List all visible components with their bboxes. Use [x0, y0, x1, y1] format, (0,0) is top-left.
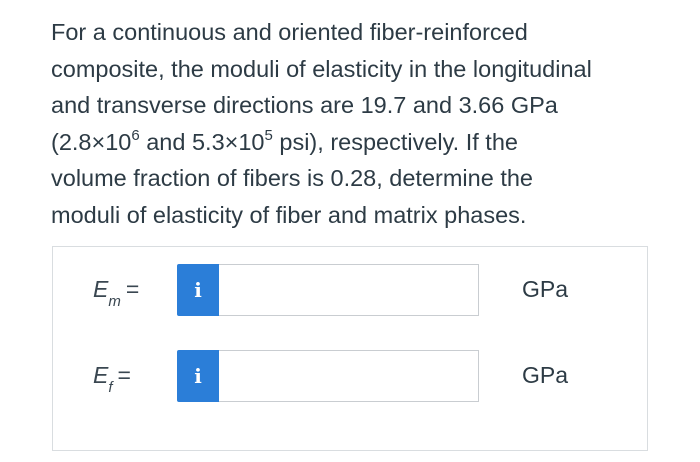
equals-sign: =: [117, 362, 131, 388]
info-icon[interactable]: i: [177, 264, 219, 316]
info-icon[interactable]: i: [177, 350, 219, 402]
variable-label-ef: Ef =: [93, 362, 131, 395]
answer-row-em: Em = i GPa: [53, 264, 647, 316]
problem-line: moduli of elasticity of fiber and matrix…: [51, 201, 527, 228]
equals-sign: =: [125, 276, 140, 302]
ef-answer-input[interactable]: [219, 350, 479, 402]
exponent: 6: [131, 126, 140, 144]
problem-line: composite, the moduli of elasticity in t…: [51, 55, 592, 82]
variable-subscript: m: [108, 292, 121, 310]
problem-line: and transverse directions are 19.7 and 3…: [51, 92, 558, 118]
variable-symbol: E: [93, 362, 109, 388]
em-answer-input[interactable]: [219, 264, 479, 316]
exponent: 5: [264, 126, 273, 144]
unit-label: GPa: [522, 276, 569, 302]
problem-statement: For a continuous and oriented fiber-rein…: [51, 14, 671, 233]
unit-label: GPa: [522, 362, 569, 388]
problem-text: and 5.3×10: [139, 128, 265, 155]
problem-line: volume fraction of fibers is 0.28, deter…: [51, 165, 533, 191]
problem-text: (2.8×10: [51, 128, 132, 155]
problem-line: (2.8×106 and 5.3×105 psi), respectively.…: [51, 124, 671, 161]
answer-panel: Em = i GPa Ef = i GPa: [52, 246, 648, 451]
problem-line: For a continuous and oriented fiber-rein…: [51, 19, 528, 45]
problem-text: psi), respectively. If the: [272, 128, 518, 155]
answer-row-ef: Ef = i GPa: [53, 350, 647, 402]
variable-symbol: E: [93, 276, 109, 302]
variable-subscript: f: [108, 378, 113, 396]
variable-label-em: Em =: [93, 276, 140, 309]
